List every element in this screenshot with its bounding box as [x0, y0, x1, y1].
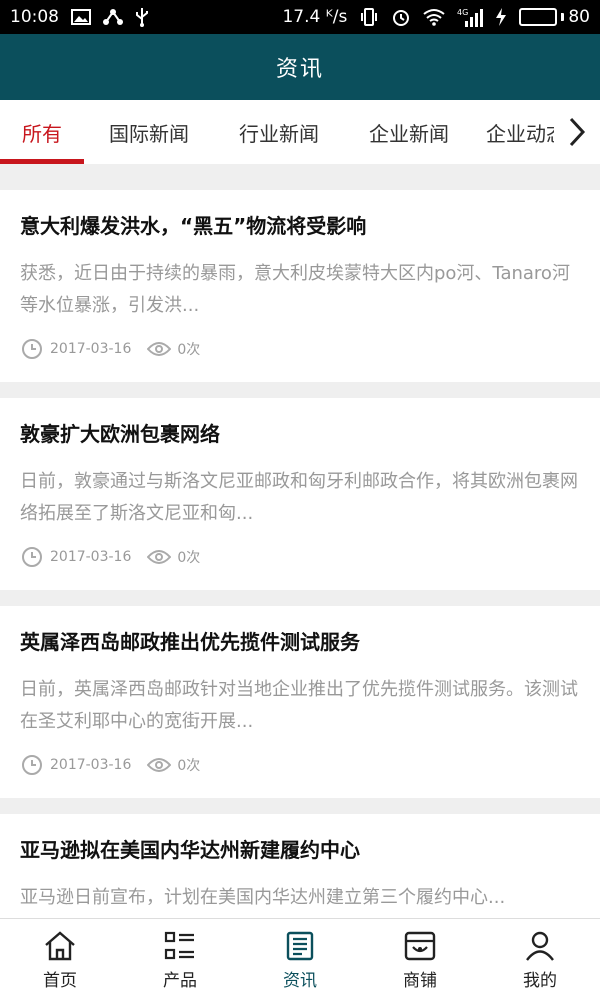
- news-summary: 获悉，近日由于持续的暴雨，意大利皮埃蒙特大区内po河、Tanaro河等水位暴涨，…: [20, 263, 570, 316]
- news-summary: 日前，敦豪通过与斯洛文尼亚邮政和匈牙利邮政合作，将其欧洲包裹网络拓展至了斯洛文尼…: [20, 471, 578, 524]
- news-icon: [284, 930, 316, 962]
- news-list: 意大利爆发洪水，“黑五”物流将受影响 获悉，近日由于持续的暴雨，意大利皮埃蒙特大…: [0, 190, 600, 1000]
- user-icon: [524, 930, 556, 962]
- network-type-label: 4G: [457, 8, 468, 17]
- eye-icon: [147, 337, 172, 361]
- grid-list-icon: [164, 930, 196, 962]
- page-title: 资讯: [275, 57, 324, 82]
- nav-home[interactable]: 首页: [0, 919, 120, 1000]
- clock-icon: [20, 753, 44, 777]
- tabs-more-button[interactable]: [554, 100, 600, 164]
- news-meta: 2017-03-16 0次: [20, 544, 580, 570]
- tab-international-news[interactable]: 国际新闻: [84, 100, 214, 164]
- network-speed: 17.4 ᴷ/s: [282, 7, 348, 27]
- tab-all[interactable]: 所有: [0, 100, 84, 164]
- battery-indicator: 80: [519, 7, 590, 27]
- vibrate-icon: [359, 7, 379, 27]
- category-tabs: 所有 国际新闻 行业新闻 企业新闻 企业动态: [0, 100, 600, 164]
- tab-industry-news[interactable]: 行业新闻: [214, 100, 344, 164]
- usb-icon: [135, 7, 149, 27]
- news-title: 英属泽西岛邮政推出优先揽件测试服务: [20, 630, 360, 654]
- news-meta: 2017-03-16 0次: [20, 752, 580, 778]
- home-icon: [44, 930, 76, 962]
- news-item[interactable]: 英属泽西岛邮政推出优先揽件测试服务 日前，英属泽西岛邮政针对当地企业推出了优先揽…: [0, 606, 600, 798]
- status-time: 10:08: [10, 7, 59, 27]
- tab-company-updates[interactable]: 企业动态: [474, 100, 554, 164]
- nav-news[interactable]: 资讯: [240, 919, 360, 1000]
- news-summary: 日前，英属泽西岛邮政针对当地企业推出了优先揽件测试服务。该测试在圣艾利耶中心的宽…: [20, 679, 578, 732]
- battery-percent: 80: [568, 7, 590, 27]
- nav-profile[interactable]: 我的: [480, 919, 600, 1000]
- news-date: 2017-03-16: [50, 757, 132, 773]
- clock-icon: [20, 337, 44, 361]
- status-bar: 10:08 17.4 ᴷ/s 4G 80: [0, 0, 600, 34]
- news-title: 意大利爆发洪水，“黑五”物流将受影响: [20, 214, 367, 238]
- chevron-right-icon: [569, 117, 586, 147]
- news-date: 2017-03-16: [50, 341, 132, 357]
- charging-icon: [495, 7, 507, 27]
- news-title: 亚马逊拟在美国内华达州新建履约中心: [20, 838, 360, 862]
- shop-icon: [404, 930, 436, 962]
- app-header: 资讯: [0, 34, 600, 100]
- news-views: 0次: [177, 758, 201, 774]
- wifi-icon: [423, 7, 445, 27]
- eye-icon: [147, 753, 172, 777]
- clock-icon: [20, 545, 44, 569]
- eye-icon: [147, 545, 172, 569]
- news-date: 2017-03-16: [50, 549, 132, 565]
- nav-products[interactable]: 产品: [120, 919, 240, 1000]
- news-views: 0次: [177, 550, 201, 566]
- alarm-icon: [391, 7, 411, 27]
- share-icon: [103, 7, 123, 27]
- news-title: 敦豪扩大欧洲包裹网络: [20, 422, 220, 446]
- news-item[interactable]: 意大利爆发洪水，“黑五”物流将受影响 获悉，近日由于持续的暴雨，意大利皮埃蒙特大…: [0, 190, 600, 382]
- news-views: 0次: [177, 342, 201, 358]
- battery-icon: [519, 8, 558, 26]
- nav-shop[interactable]: 商铺: [360, 919, 480, 1000]
- news-meta: 2017-03-16 0次: [20, 336, 580, 362]
- news-item[interactable]: 敦豪扩大欧洲包裹网络 日前，敦豪通过与斯洛文尼亚邮政和匈牙利邮政合作，将其欧洲包…: [0, 398, 600, 590]
- tab-company-news[interactable]: 企业新闻: [344, 100, 474, 164]
- bottom-navigation: 首页 产品 资讯 商铺 我的: [0, 918, 600, 1000]
- picture-notification-icon: [71, 7, 91, 27]
- signal-icon: 4G: [457, 7, 484, 27]
